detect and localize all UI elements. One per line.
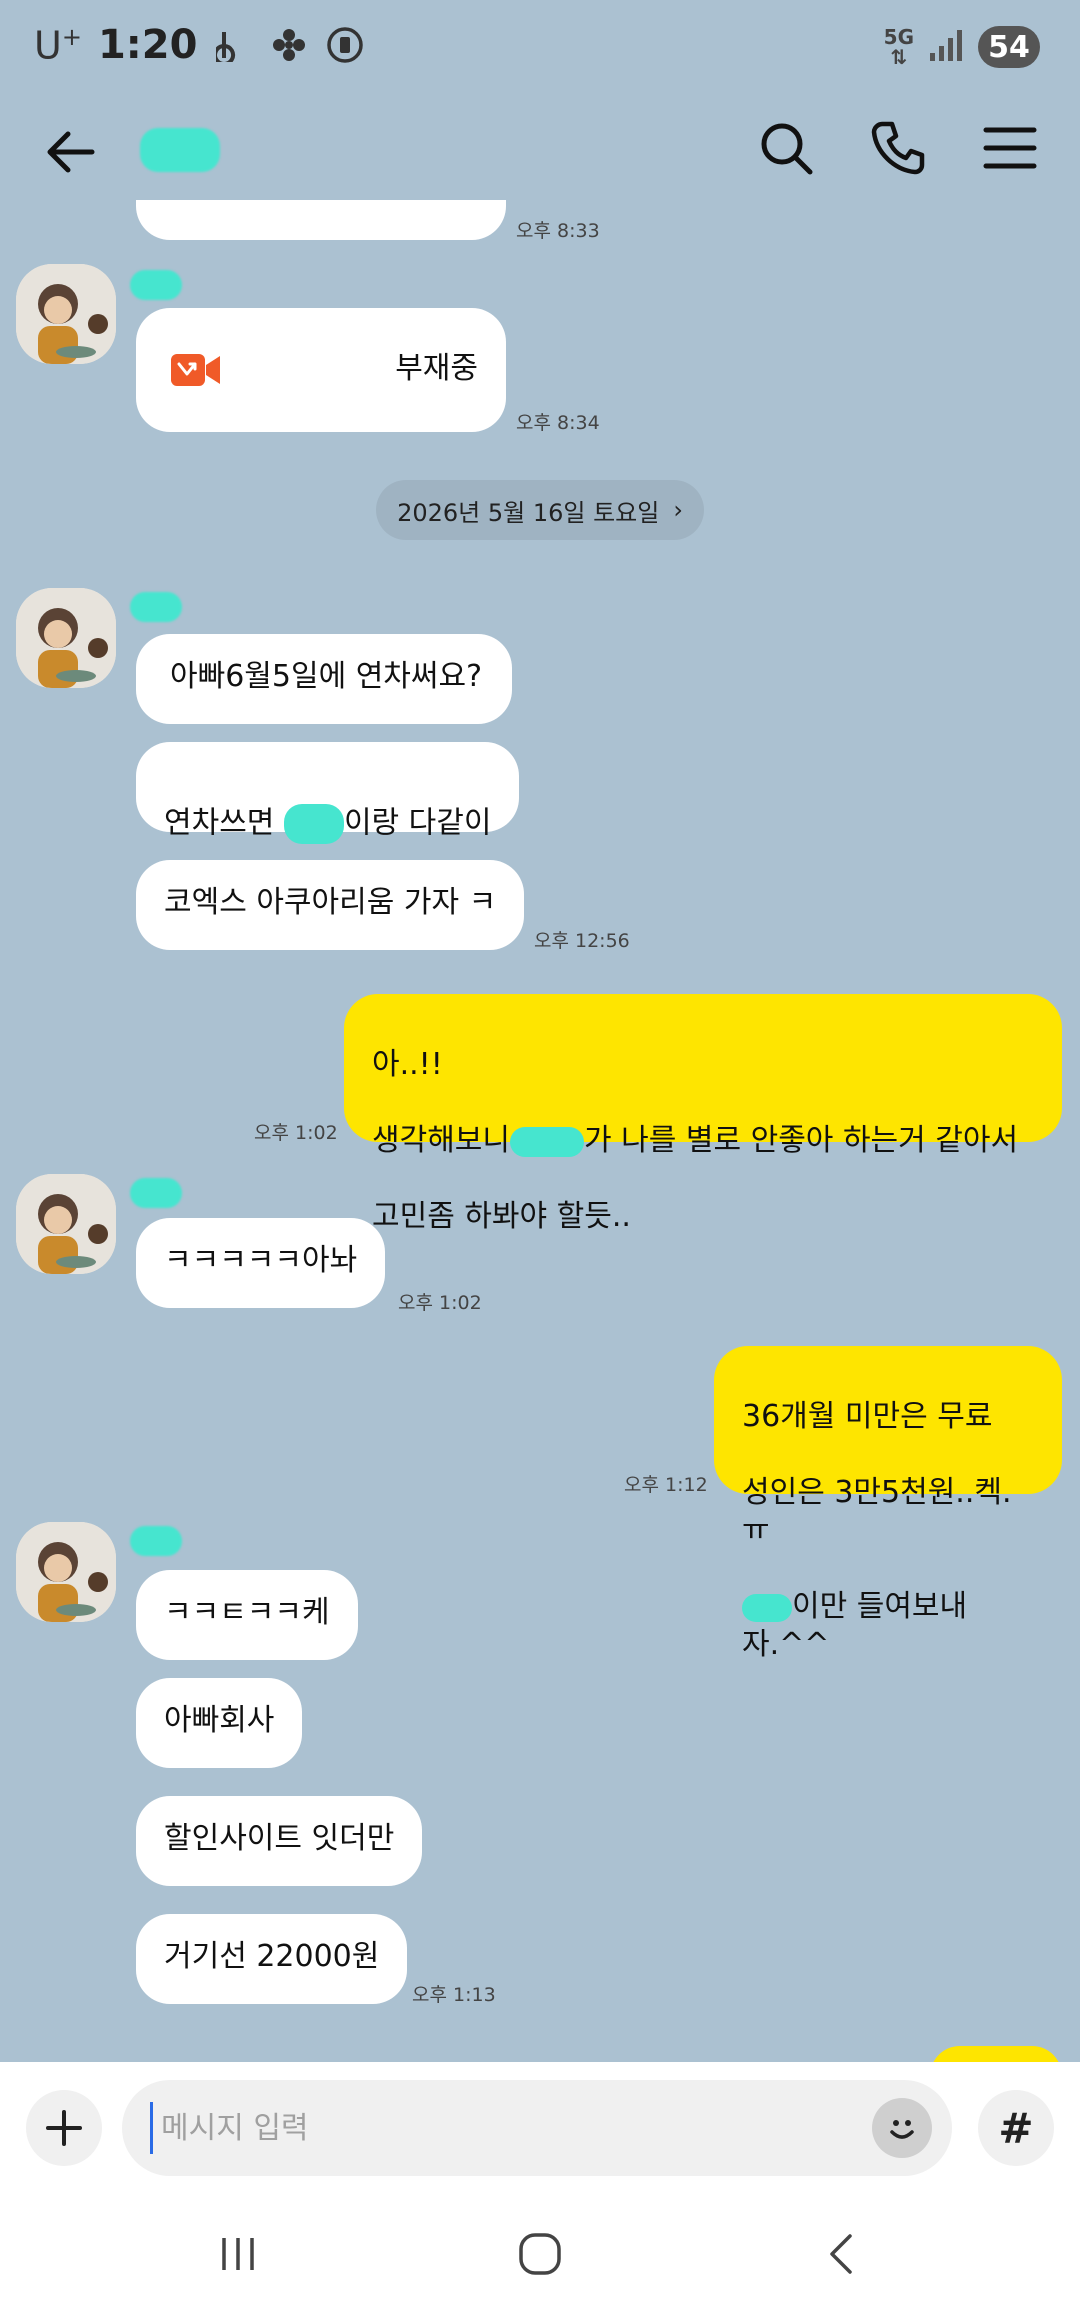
message-bubble[interactable]: 아빠회사	[136, 1678, 303, 1768]
date-divider-label: 2026년 5월 16일 토요일	[397, 498, 660, 527]
message-bubble[interactable]: 할인사이트 잇더만	[136, 1796, 423, 1886]
missed-video-call-icon	[171, 354, 220, 386]
home-icon	[519, 2233, 561, 2275]
message-text: 이랑 다같이	[343, 805, 492, 841]
message-time: 오후 12:56	[534, 930, 630, 952]
signal-icon	[928, 27, 964, 67]
menu-button[interactable]	[980, 118, 1040, 178]
call-button[interactable]	[868, 118, 928, 178]
message-time: 오후 1:02	[398, 1292, 482, 1314]
message-time: 오후 1:13	[412, 1984, 496, 2006]
search-icon	[761, 123, 813, 175]
my-message-bubble[interactable]: 아..!! 생각해보니 가 나를 별로 안좋아 하는거 같아서 고민좀 하봐야 할…	[344, 994, 1062, 1234]
message-bubble-partial[interactable]	[136, 200, 506, 240]
hashtag-search-button[interactable]: #	[978, 2090, 1054, 2166]
recent-apps-button[interactable]	[198, 2222, 278, 2286]
chat-title-redacted	[140, 128, 220, 172]
missed-call-bubble[interactable]: 부재중	[136, 308, 506, 432]
chat-header	[0, 100, 1080, 200]
avatar[interactable]	[16, 1174, 116, 1274]
back-button[interactable]	[40, 120, 104, 184]
carrier-label: U+	[34, 23, 82, 68]
avatar[interactable]	[16, 264, 116, 364]
message-bubble[interactable]: 코엑스 아쿠아리움 가자 ㅋ	[136, 860, 525, 950]
my-message-bubble-partial[interactable]	[930, 2046, 1062, 2062]
sender-name-redacted	[130, 1526, 182, 1556]
name-redacted	[510, 1126, 584, 1157]
message-bubble[interactable]: ㅋㅋㅋㅋㅋ아놔	[136, 1218, 386, 1308]
plus-icon	[46, 2110, 82, 2146]
message-time: 오후 8:34	[516, 412, 600, 434]
recent-apps-icon	[222, 2238, 254, 2270]
emoji-icon	[890, 2120, 914, 2139]
b-app-icon	[213, 25, 253, 65]
message-text: 36개월 미만은 무료	[742, 1399, 993, 1434]
name-redacted	[742, 1593, 792, 1622]
avatar[interactable]	[16, 1522, 116, 1622]
status-bar: U+ 1:20 5G ⇅ 54	[0, 0, 1080, 100]
battery-indicator: 54	[978, 26, 1040, 68]
avatar[interactable]	[16, 588, 116, 688]
message-text: 연차쓰면	[164, 805, 284, 841]
sender-name-redacted	[130, 592, 182, 622]
sender-name-redacted	[130, 1178, 182, 1208]
message-bubble[interactable]: 연차쓰면 이랑 다같이	[136, 742, 520, 844]
chat-messages[interactable]: 오후 8:33 부재중 오후 8:34 2026년 5월 16일 토요일 › 아…	[0, 200, 1080, 2062]
name-redacted	[283, 804, 344, 844]
menu-icon	[983, 127, 1037, 169]
message-text: 고민좀 하봐야 할듯..	[372, 1199, 631, 1234]
message-time: 오후 1:12	[624, 1474, 708, 1496]
emoji-button[interactable]	[872, 2098, 932, 2158]
flower-app-icon	[269, 25, 309, 65]
message-bubble[interactable]: ㅋㅋㅌㅋㅋ케	[136, 1570, 358, 1660]
nav-back-button[interactable]	[802, 2222, 882, 2286]
message-time: 오후 1:02	[254, 1122, 338, 1144]
message-bubble[interactable]: 거기선 22000원	[136, 1914, 408, 2004]
message-time: 오후 8:33	[516, 220, 600, 242]
network-5g-icon: 5G ⇅	[883, 25, 914, 69]
carrier-text: U	[34, 23, 62, 68]
missed-call-label: 부재중	[395, 351, 478, 386]
message-input[interactable]	[150, 2102, 850, 2154]
back-arrow-icon	[47, 131, 95, 173]
message-composer: #	[0, 2062, 1080, 2192]
search-button[interactable]	[756, 118, 816, 178]
message-bubble[interactable]: 아빠6월5일에 연차써요?	[136, 634, 513, 724]
home-button[interactable]	[500, 2222, 580, 2286]
message-text: 아..!!	[372, 1047, 443, 1082]
system-nav-bar	[0, 2192, 1080, 2316]
sender-name-redacted	[130, 270, 182, 300]
chevron-left-icon	[830, 2234, 852, 2274]
call-icon	[871, 121, 925, 175]
attach-button[interactable]	[26, 2090, 102, 2166]
message-text-line: 생각해보니 가 나를 별로 안좋아 하는거 같아서	[372, 1123, 1019, 1158]
chevron-right-icon: ›	[673, 496, 683, 524]
carrier-sup: +	[61, 22, 82, 51]
date-divider[interactable]: 2026년 5월 16일 토요일 ›	[376, 480, 704, 540]
message-input-wrapper	[122, 2080, 952, 2176]
my-message-bubble[interactable]: 36개월 미만은 무료 성인은 3만5천원..켁.ㅠ 이만 들여보내자.^^	[714, 1346, 1062, 1662]
message-text: 성인은 3만5천원..켁.ㅠ	[742, 1475, 1012, 1548]
battery-saver-icon	[325, 25, 365, 65]
status-time: 1:20	[97, 22, 198, 68]
message-text-line: 이만 들여보내자.^^	[742, 1589, 968, 1662]
